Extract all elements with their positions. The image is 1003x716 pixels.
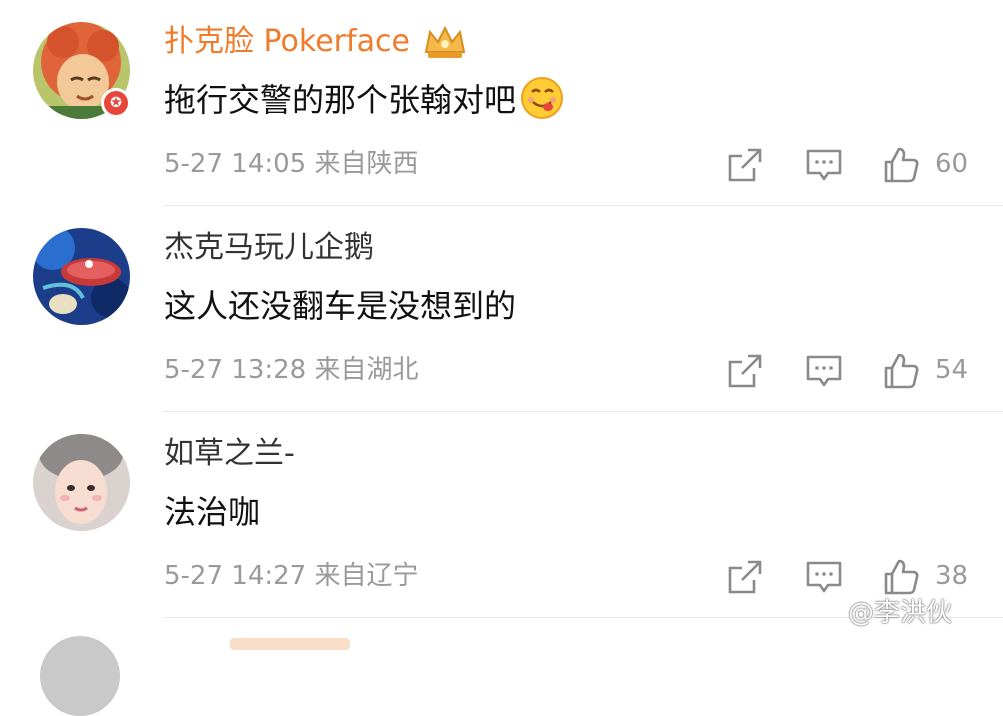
verified-badge-icon: ✪ bbox=[101, 88, 131, 118]
comment-item: 杰克马玩儿企鹅 这人还没翻车是没想到的 5-27 13:28 来自湖北 54 bbox=[0, 206, 1003, 412]
comment-item: ✪ 扑克脸 Pokerface 拖行交警的那个张翰对吧 5-27 14:05 来… bbox=[0, 0, 1003, 206]
comment-meta: 5-27 13:28 来自湖北 bbox=[164, 355, 419, 385]
watermark: @李洪伙 bbox=[848, 598, 953, 628]
thumbs-up-icon bbox=[884, 147, 919, 183]
comment-meta: 5-27 14:05 来自陕西 bbox=[164, 149, 419, 179]
share-icon bbox=[728, 148, 762, 182]
comment-meta: 5-27 14:27 来自辽宁 bbox=[164, 561, 419, 591]
like-count: 38 bbox=[935, 561, 969, 591]
username[interactable]: 扑克脸 Pokerface bbox=[164, 20, 410, 64]
share-icon bbox=[728, 354, 762, 388]
yum-face-emoji bbox=[521, 77, 564, 119]
avatar[interactable] bbox=[33, 228, 130, 325]
crown-badge-icon bbox=[424, 25, 466, 58]
username[interactable]: 杰克马玩儿企鹅 bbox=[164, 226, 374, 270]
share-button[interactable] bbox=[726, 352, 764, 390]
thumbs-up-icon bbox=[884, 559, 919, 595]
share-button[interactable] bbox=[726, 558, 764, 596]
username-cropped bbox=[230, 638, 350, 650]
comment-text: 法治咖 bbox=[164, 493, 261, 531]
comment-item: 如草之兰- 法治咖 5-27 14:27 来自辽宁 38 bbox=[0, 412, 1003, 618]
share-button[interactable] bbox=[726, 146, 764, 184]
comment-text: 拖行交警的那个张翰对吧 bbox=[164, 76, 564, 124]
like-button[interactable] bbox=[882, 352, 920, 390]
comment-text: 这人还没翻车是没想到的 bbox=[164, 287, 517, 325]
comment-text-content: 拖行交警的那个张翰对吧 bbox=[164, 81, 517, 119]
like-button[interactable] bbox=[882, 146, 920, 184]
like-count: 54 bbox=[935, 355, 969, 385]
comment-icon bbox=[806, 355, 842, 387]
avatar[interactable] bbox=[33, 434, 130, 531]
like-count: 60 bbox=[935, 149, 969, 179]
share-icon bbox=[728, 560, 762, 594]
comment-button[interactable] bbox=[805, 352, 843, 390]
comment-icon bbox=[806, 149, 842, 181]
comment-button[interactable] bbox=[805, 146, 843, 184]
avatar[interactable] bbox=[40, 636, 120, 716]
comment-icon bbox=[806, 561, 842, 593]
thumbs-up-icon bbox=[884, 353, 919, 389]
comment-button[interactable] bbox=[805, 558, 843, 596]
username[interactable]: 如草之兰- bbox=[164, 432, 295, 476]
like-button[interactable] bbox=[882, 558, 920, 596]
